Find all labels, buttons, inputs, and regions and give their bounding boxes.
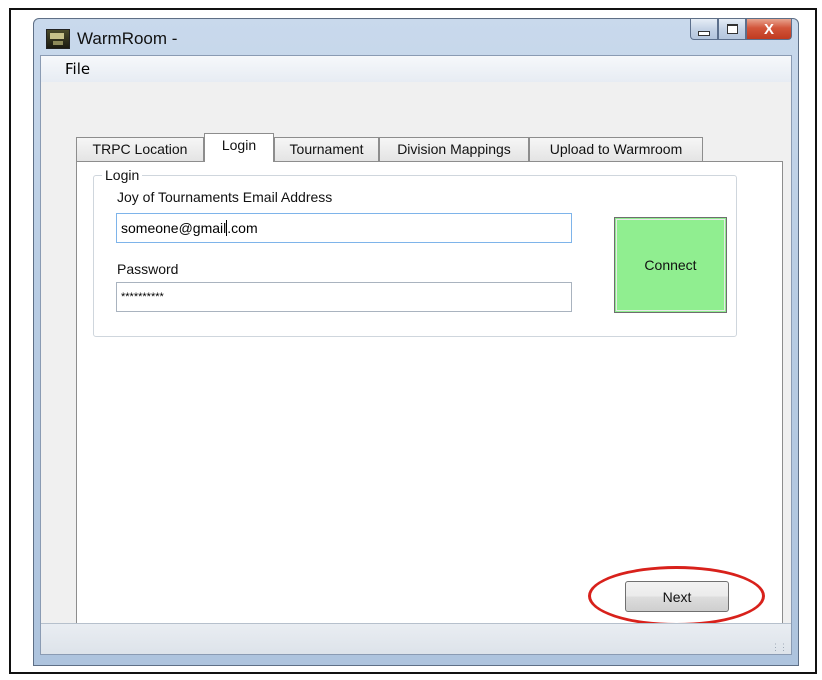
maximize-icon (726, 24, 738, 34)
tab-tournament[interactable]: Tournament (274, 137, 379, 161)
client-area: File TRPC Location Login Tournament Divi… (40, 55, 792, 655)
email-value-start: someone@gmail (121, 220, 227, 236)
email-field[interactable]: someone@gmail.com (116, 213, 572, 243)
warmroom-app-icon (46, 29, 70, 49)
close-button[interactable]: X (746, 19, 792, 40)
title-bar[interactable]: WarmRoom - X (34, 19, 798, 55)
groupbox-title: Login (102, 167, 143, 183)
email-label: Joy of Tournaments Email Address (117, 189, 333, 205)
status-bar: ⋮⋮ (41, 623, 791, 654)
minimize-icon (698, 30, 710, 36)
minimize-button[interactable] (690, 19, 718, 40)
tab-upload-to-warmroom[interactable]: Upload to Warmroom (529, 137, 703, 161)
menu-bar: File (41, 56, 791, 82)
email-value-end: .com (227, 220, 258, 236)
tab-login[interactable]: Login (204, 133, 274, 162)
login-groupbox: Login Joy of Tournaments Email Address s… (93, 167, 737, 337)
password-field[interactable]: ********** (116, 282, 572, 312)
close-icon: X (763, 20, 774, 38)
next-button[interactable]: Next (625, 581, 729, 612)
connect-button[interactable]: Connect (614, 217, 727, 313)
tab-division-mappings[interactable]: Division Mappings (379, 137, 529, 161)
password-label: Password (117, 261, 179, 277)
app-window: WarmRoom - X File TRPC Location Login To… (33, 18, 799, 666)
window-title: WarmRoom - (77, 29, 178, 48)
maximize-button[interactable] (718, 19, 746, 40)
login-tab-panel: Login Joy of Tournaments Email Address s… (76, 161, 783, 639)
tab-trpc-location[interactable]: TRPC Location (76, 137, 204, 161)
resize-grip-icon[interactable]: ⋮⋮ (771, 643, 788, 652)
menu-file[interactable]: File (65, 60, 90, 78)
caption-buttons: X (690, 19, 792, 43)
